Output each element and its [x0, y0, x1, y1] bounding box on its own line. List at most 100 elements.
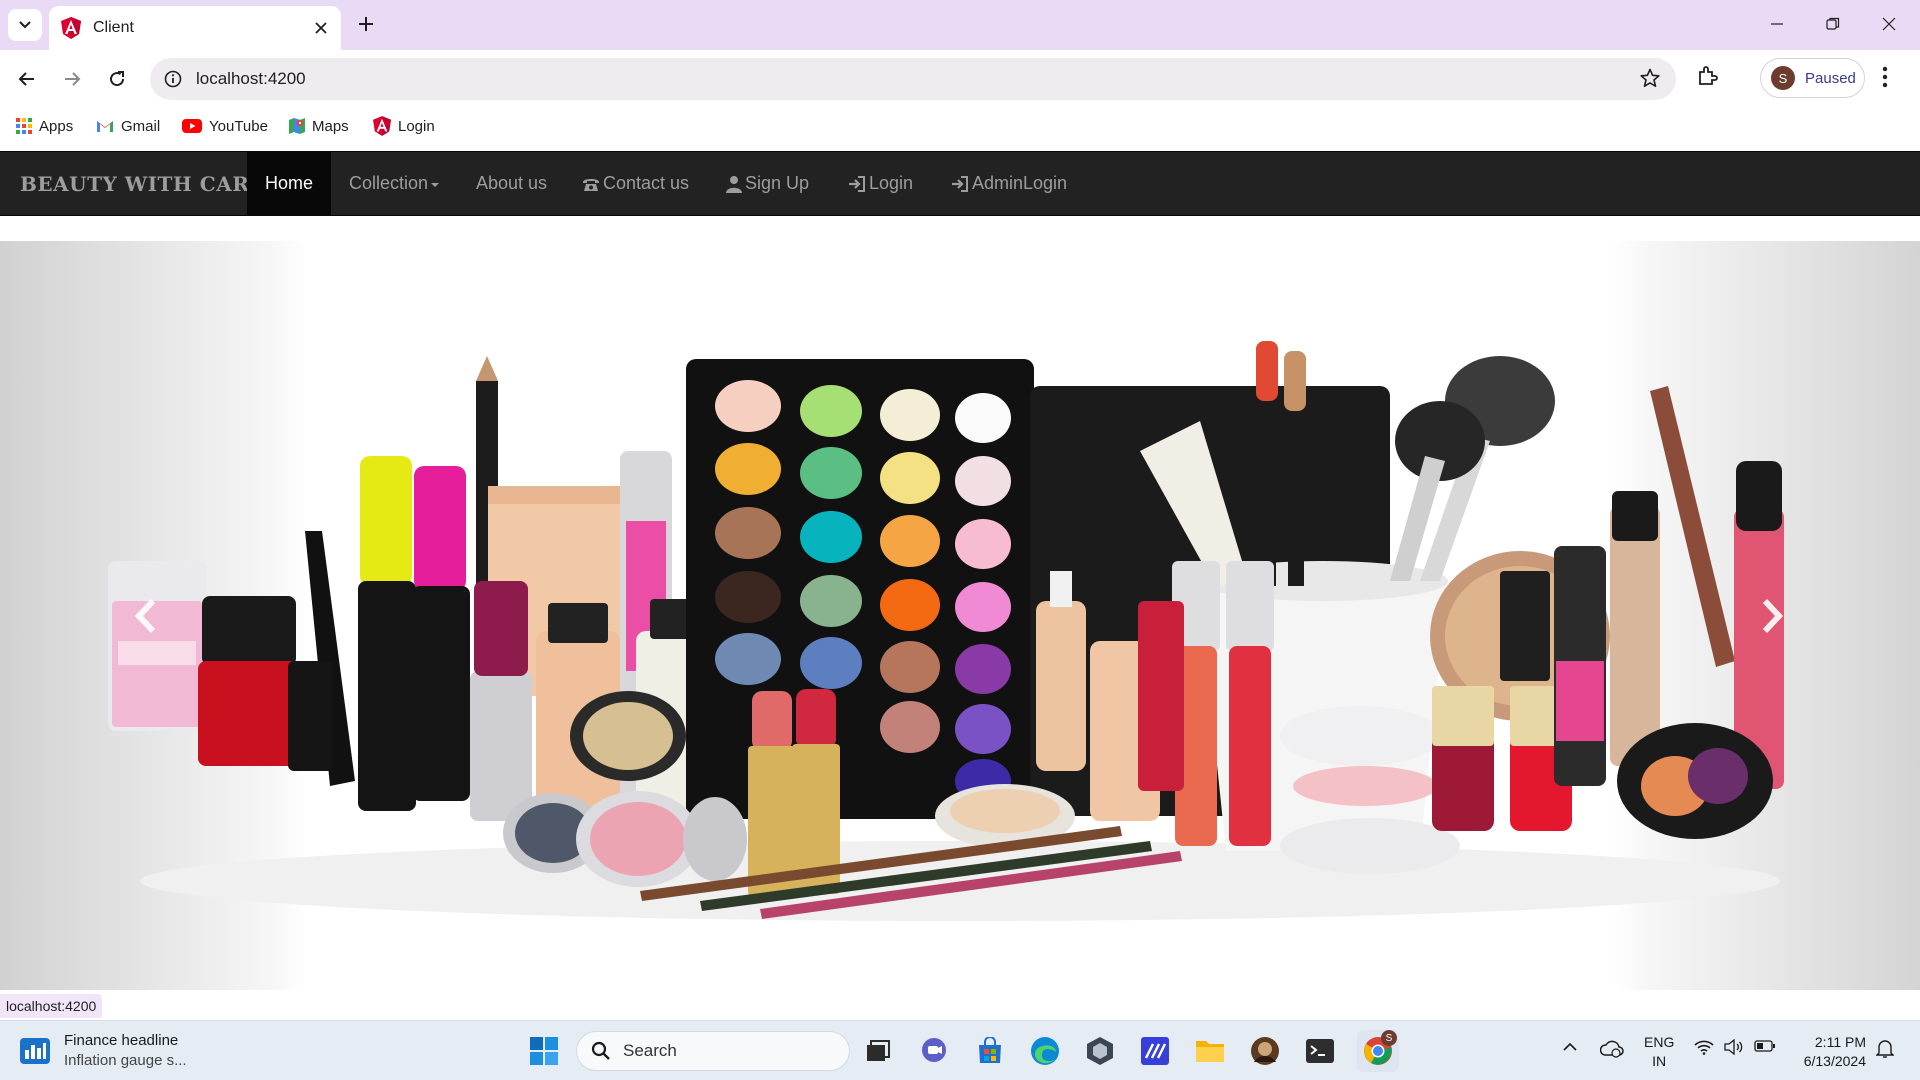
nav-about-us[interactable]: About us: [476, 152, 547, 215]
close-icon: [1882, 17, 1896, 31]
stock-chart-icon: [20, 1038, 50, 1064]
start-button[interactable]: [526, 1033, 562, 1069]
angular-icon: [61, 17, 81, 39]
cosmetics-banner-image: [108, 341, 1784, 921]
store-button[interactable]: [972, 1033, 1008, 1069]
avatar: S: [1771, 66, 1795, 90]
reload-button[interactable]: [102, 64, 132, 94]
minimize-icon: [1771, 23, 1783, 25]
cloud-sync-icon: [1600, 1040, 1624, 1058]
nav-label: Home: [264, 173, 313, 193]
more-menu-icon[interactable]: [1882, 66, 1888, 93]
nav-label: AdminLogin: [972, 173, 1068, 193]
reload-icon: [110, 71, 125, 87]
close-icon: [315, 22, 327, 34]
app-button-vscode[interactable]: [1137, 1033, 1173, 1069]
chevron-down-icon: [19, 21, 31, 29]
nav-sign-up[interactable]: Sign Up: [726, 152, 809, 215]
brand-logo[interactable]: BEAUTY WITH CARE: [20, 152, 265, 215]
new-tab-button[interactable]: [354, 12, 378, 36]
youtube-icon: [182, 119, 202, 133]
cube-icon: [1087, 1037, 1113, 1065]
extensions-icon[interactable]: [1696, 64, 1720, 93]
restore-icon: [1826, 17, 1840, 30]
user-icon: [726, 175, 742, 193]
apps-grid-icon: [16, 118, 32, 134]
status-bubble: localhost:4200: [0, 994, 103, 1018]
phone-icon: [582, 176, 600, 192]
nav-label: Collection: [349, 173, 429, 193]
nav-login[interactable]: Login: [848, 152, 913, 215]
carousel-next-button[interactable]: [1752, 596, 1792, 636]
nav-label: Login: [869, 173, 914, 193]
chevron-right-icon: [1762, 598, 1784, 634]
volume-icon[interactable]: [1724, 1039, 1744, 1055]
site-info-icon[interactable]: [164, 70, 182, 88]
notifications-icon[interactable]: [1876, 1039, 1894, 1059]
nav-admin-login[interactable]: AdminLogin: [951, 152, 1067, 215]
wifi-icon[interactable]: [1694, 1039, 1714, 1055]
teams-chat-button[interactable]: [916, 1033, 952, 1069]
app-button-avatar[interactable]: [1247, 1033, 1283, 1069]
bookmark-label: Apps: [39, 117, 74, 135]
browser-tab[interactable]: Client: [49, 6, 341, 50]
search-icon: [591, 1041, 610, 1060]
task-view-button[interactable]: [860, 1033, 896, 1069]
gmail-icon: [96, 119, 114, 133]
language-indicator[interactable]: ENG IN: [1644, 1033, 1674, 1071]
taskbar: Finance headline Inflation gauge s... Se…: [0, 1020, 1920, 1080]
log-in-icon: [848, 175, 866, 192]
onedrive-tray-icon[interactable]: [1600, 1039, 1624, 1059]
bookmark-star-icon[interactable]: [1640, 68, 1660, 93]
chevron-left-icon: [134, 598, 156, 634]
news-subtitle: Inflation gauge s...: [64, 1052, 187, 1069]
bookmark-label: YouTube: [209, 117, 268, 135]
chevron-up-icon: [1563, 1042, 1577, 1051]
tab-close-button[interactable]: [311, 18, 331, 38]
folder-icon: [1196, 1041, 1224, 1062]
chrome-profile-badge: S: [1381, 1030, 1397, 1046]
bookmark-label: Gmail: [121, 117, 161, 135]
minimize-button[interactable]: [1754, 8, 1800, 40]
tab-search-button[interactable]: [8, 9, 42, 41]
carousel-prev-button[interactable]: [126, 596, 166, 636]
nav-collection-dropdown[interactable]: Collection: [349, 152, 440, 215]
terminal-button[interactable]: [1302, 1033, 1338, 1069]
clock[interactable]: 2:11 PM 6/13/2024: [1790, 1033, 1866, 1071]
nav-label: Contact us: [603, 173, 690, 193]
nav-contact-us[interactable]: Contact us: [582, 152, 689, 215]
angular-icon: [373, 116, 391, 136]
bookmark-label: Login: [398, 117, 435, 135]
chrome-button[interactable]: S: [1357, 1030, 1399, 1072]
nav-home[interactable]: Home: [247, 152, 331, 215]
profile-button[interactable]: S Paused: [1760, 58, 1865, 98]
bookmark-maps[interactable]: Maps: [289, 114, 349, 138]
app-button-cube[interactable]: [1082, 1033, 1118, 1069]
file-explorer-button[interactable]: [1192, 1033, 1228, 1069]
address-bar[interactable]: localhost:4200: [150, 58, 1676, 100]
terminal-icon: [1306, 1039, 1334, 1063]
back-button[interactable]: [12, 64, 42, 94]
taskbar-search[interactable]: Search: [576, 1031, 850, 1071]
task-view-icon: [867, 1040, 890, 1061]
bookmark-gmail[interactable]: Gmail: [96, 114, 160, 138]
bookmarks-bar: Apps Gmail YouTube Maps Login: [0, 108, 1920, 144]
bookmark-apps[interactable]: Apps: [16, 114, 73, 138]
bookmark-login[interactable]: Login: [373, 114, 435, 138]
tab-title: Client: [93, 19, 134, 36]
forward-button[interactable]: [57, 64, 87, 94]
url-text: localhost:4200: [196, 69, 306, 88]
restore-button[interactable]: [1810, 8, 1856, 40]
battery-icon[interactable]: [1754, 1039, 1776, 1053]
news-title: Finance headline: [64, 1032, 179, 1049]
close-window-button[interactable]: [1866, 8, 1912, 40]
app-avatar-icon: [1251, 1037, 1279, 1065]
clock-time: 2:11 PM: [1814, 1034, 1866, 1050]
show-hidden-icons-button[interactable]: [1562, 1039, 1578, 1055]
bookmark-youtube[interactable]: YouTube: [182, 114, 268, 138]
edge-icon: [1031, 1037, 1059, 1065]
edge-button[interactable]: [1027, 1033, 1063, 1069]
caret-down-icon: [431, 182, 440, 187]
plus-icon: [359, 17, 373, 31]
news-widget[interactable]: Finance headline Inflation gauge s...: [20, 1031, 187, 1071]
